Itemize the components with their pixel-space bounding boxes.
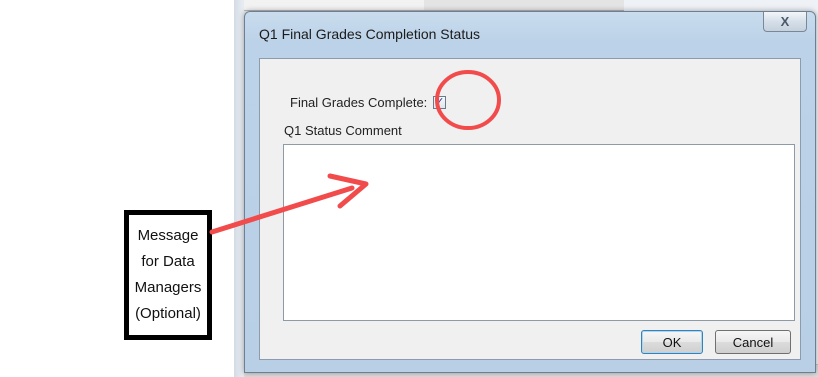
final-grades-complete-row: Final Grades Complete: ✓: [290, 95, 447, 110]
final-grades-complete-label: Final Grades Complete:: [290, 95, 428, 110]
cancel-button[interactable]: Cancel: [715, 330, 791, 354]
final-grades-complete-checkbox[interactable]: ✓: [433, 96, 447, 109]
annotation-callout-box: Message for Data Managers (Optional): [124, 210, 212, 340]
status-comment-textarea[interactable]: [283, 144, 795, 321]
dialog-title: Q1 Final Grades Completion Status: [259, 26, 480, 42]
checkmark-icon: ✓: [435, 96, 445, 108]
background-column-header: [424, 0, 624, 11]
status-comment-label: Q1 Status Comment: [284, 123, 402, 138]
close-icon: X: [780, 14, 790, 29]
completion-status-dialog: Q1 Final Grades Completion Status X Fina…: [244, 11, 816, 373]
annotation-text: Message for Data Managers (Optional): [134, 227, 202, 322]
close-button[interactable]: X: [763, 12, 807, 32]
dialog-body: Final Grades Complete: ✓ Q1 Status Comme…: [259, 58, 801, 360]
ok-button[interactable]: OK: [641, 330, 703, 354]
background-column-header: [244, 0, 425, 11]
